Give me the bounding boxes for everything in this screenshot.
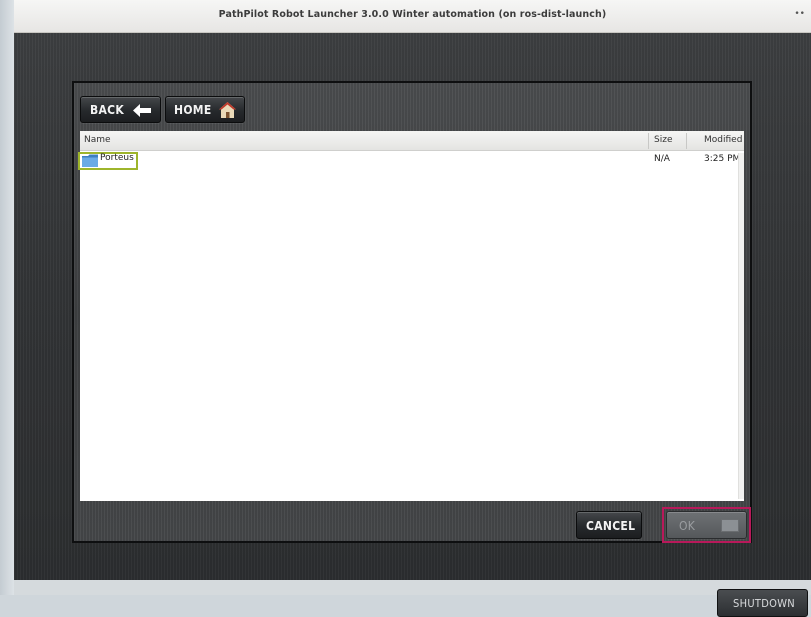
desktop-background	[0, 0, 14, 595]
column-divider	[686, 133, 687, 149]
file-size: N/A	[654, 154, 670, 164]
file-chooser-dialog: BACK HOME Name Size Modified Porteus N/A…	[72, 81, 752, 543]
home-button[interactable]: HOME	[165, 96, 245, 123]
shutdown-button[interactable]: SHUTDOWN	[717, 589, 808, 617]
house-icon	[219, 102, 236, 118]
file-list-scrollbar[interactable]	[738, 153, 744, 499]
cancel-button-label: CANCEL	[586, 519, 636, 533]
folder-icon	[82, 154, 98, 167]
window-title: PathPilot Robot Launcher 3.0.0 Winter au…	[218, 9, 607, 20]
file-list-header: Name Size Modified	[80, 131, 744, 151]
arrow-left-icon	[133, 104, 151, 117]
back-button[interactable]: BACK	[80, 96, 161, 123]
column-divider	[648, 133, 649, 149]
home-button-label: HOME	[174, 103, 212, 117]
column-header-name[interactable]: Name	[84, 135, 111, 145]
title-bar[interactable]: PathPilot Robot Launcher 3.0.0 Winter au…	[14, 0, 811, 33]
desktop-background-bottom	[14, 580, 811, 595]
file-modified: 3:25 PM	[704, 154, 741, 164]
file-name[interactable]: Porteus	[100, 153, 134, 163]
ok-button-label: OK	[679, 519, 696, 533]
confirm-icon	[721, 519, 739, 532]
cancel-button[interactable]: CANCEL	[576, 511, 642, 539]
launcher-window: PathPilot Robot Launcher 3.0.0 Winter au…	[14, 0, 811, 617]
window-menu-icon[interactable]: ••	[794, 9, 805, 19]
file-list[interactable]: Name Size Modified Porteus N/A 3:25 PM	[78, 131, 744, 501]
shutdown-button-label: SHUTDOWN	[733, 597, 796, 610]
main-panel: BACK HOME Name Size Modified Porteus N/A…	[14, 33, 811, 617]
ok-button[interactable]: OK	[666, 511, 747, 539]
column-header-modified[interactable]: Modified	[704, 135, 742, 145]
back-button-label: BACK	[90, 103, 125, 117]
column-header-size[interactable]: Size	[654, 135, 672, 145]
file-row-porteus[interactable]: Porteus N/A 3:25 PM	[78, 151, 744, 170]
